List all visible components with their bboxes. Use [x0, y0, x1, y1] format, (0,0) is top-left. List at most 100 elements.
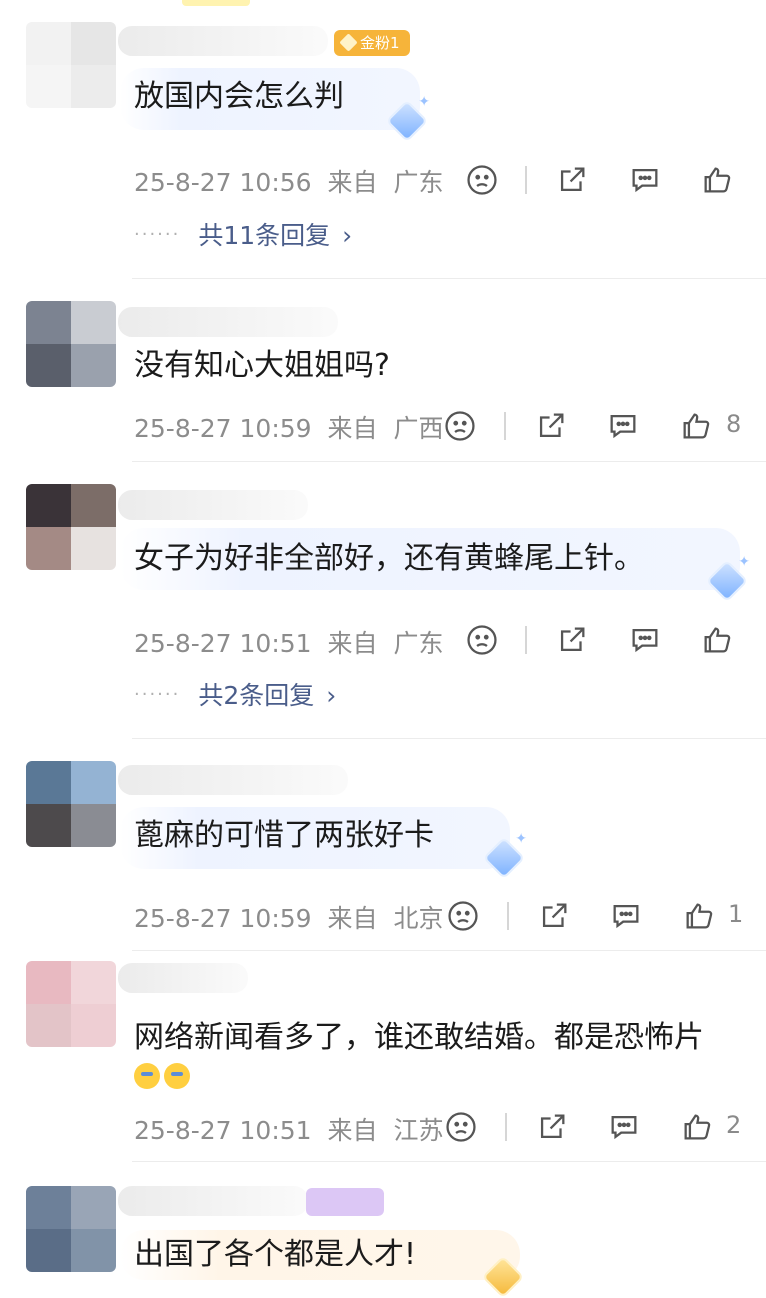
crying-emoji-icon [164, 1063, 190, 1089]
comment-actions [0, 620, 766, 660]
comment-actions: 2 [0, 1107, 766, 1147]
comment-actions: 1 [0, 896, 766, 936]
comment-icon[interactable] [603, 406, 643, 446]
comment-icon[interactable] [604, 1107, 644, 1147]
username-blurred[interactable] [118, 1186, 308, 1216]
avatar-block [71, 484, 116, 527]
replies-label: 共11条回复 [198, 221, 331, 250]
username-blurred[interactable] [118, 963, 248, 993]
comment-item: 网络新闻看多了，谁还敢结婚。都是恐怖片 25-8-27 10:51 来自 江苏 … [0, 951, 766, 1161]
like-count: 1 [728, 900, 744, 928]
thumbs-up-icon[interactable] [676, 406, 716, 446]
frown-face-icon[interactable] [462, 620, 502, 660]
replies-label: 共2条回复 [198, 681, 315, 710]
crying-emoji-icon [134, 1063, 160, 1089]
avatar-block [26, 527, 71, 570]
comment-icon[interactable] [606, 896, 646, 936]
fan-badge: 金粉1 [334, 30, 410, 56]
badge-gem-icon [339, 33, 358, 52]
view-replies-link[interactable]: ······ 共2条回复 › [134, 676, 336, 712]
comment-text: 没有知心大姐姐吗? [134, 348, 390, 383]
comment-text: 放国内会怎么判 [134, 79, 344, 114]
comment-item: 蓖麻的可惜了两张好卡 ✦ 25-8-27 10:59 来自 北京 1 [0, 739, 766, 950]
avatar-block [71, 65, 116, 108]
avatar[interactable] [26, 961, 116, 1047]
thumbs-up-icon[interactable] [679, 896, 719, 936]
frown-face-icon[interactable] [462, 160, 502, 200]
comment-text: 女子为好非全部好，还有黄蜂尾上针。 [134, 541, 644, 576]
avatar-block [71, 1004, 116, 1047]
comment-icon[interactable] [625, 160, 665, 200]
comment-text: 网络新闻看多了，谁还敢结婚。都是恐怖片 [134, 1020, 704, 1055]
chevron-right-icon: › [326, 681, 337, 710]
avatar[interactable] [26, 301, 116, 387]
comment-item: 没有知心大姐姐吗? 25-8-27 10:59 来自 广西 8 [0, 279, 766, 461]
share-icon[interactable] [534, 896, 574, 936]
emoji-row [134, 1063, 194, 1089]
share-icon[interactable] [531, 406, 571, 446]
thumbs-up-icon[interactable] [677, 1107, 717, 1147]
avatar-block [71, 344, 116, 387]
action-separator [505, 1113, 507, 1141]
avatar-block [26, 1186, 71, 1229]
avatar-block [26, 961, 71, 1004]
thumbs-up-icon[interactable] [697, 620, 737, 660]
avatar-block [71, 804, 116, 847]
username-blurred[interactable] [118, 307, 338, 337]
share-icon[interactable] [552, 160, 592, 200]
diamond-sticker-icon [481, 1255, 525, 1298]
comment-item: 女子为好非全部好，还有黄蜂尾上针。 ✦ 25-8-27 10:51 来自 广东 [0, 462, 766, 738]
username-badge-blurred [306, 1188, 384, 1216]
avatar-block [71, 301, 116, 344]
comment-text: 蓖麻的可惜了两张好卡 [134, 818, 434, 853]
avatar-block [71, 527, 116, 570]
diamond-sticker-icon: ✦ [482, 831, 527, 880]
avatar-block [71, 961, 116, 1004]
avatar-block [26, 301, 71, 344]
username-blurred[interactable] [118, 765, 348, 795]
avatar-block [71, 22, 116, 65]
avatar-block [26, 344, 71, 387]
avatar-block [26, 761, 71, 804]
dots-icon: ······ [134, 224, 181, 245]
comment-item: 金粉1 放国内会怎么判 ✦ 25-8-27 10:56 来自 广东 ······… [0, 0, 766, 278]
username-blurred[interactable] [118, 26, 328, 56]
action-separator [525, 626, 527, 654]
avatar-block [71, 1229, 116, 1272]
diamond-sticker-icon: ✦ [705, 554, 750, 603]
avatar-block [26, 65, 71, 108]
action-separator [507, 902, 509, 930]
username-blurred[interactable] [118, 490, 308, 520]
avatar[interactable] [26, 484, 116, 570]
comment-item: 出国了各个都是人才! [0, 1162, 766, 1298]
avatar[interactable] [26, 761, 116, 847]
avatar-block [26, 804, 71, 847]
thumbs-up-icon[interactable] [697, 160, 737, 200]
action-separator [504, 412, 506, 440]
frown-face-icon[interactable] [440, 406, 480, 446]
chevron-right-icon: › [342, 221, 353, 250]
view-replies-link[interactable]: ······ 共11条回复 › [134, 216, 352, 252]
comment-text: 出国了各个都是人才! [134, 1237, 417, 1272]
avatar-block [26, 1229, 71, 1272]
action-separator [525, 166, 527, 194]
comment-feed: 金粉1 放国内会怎么判 ✦ 25-8-27 10:56 来自 广东 ······… [0, 0, 766, 1298]
avatar[interactable] [26, 22, 116, 108]
avatar-block [71, 1186, 116, 1229]
share-icon[interactable] [552, 620, 592, 660]
like-count: 2 [726, 1111, 742, 1139]
comment-actions [0, 160, 766, 200]
like-count: 8 [726, 410, 742, 438]
frown-face-icon[interactable] [443, 896, 483, 936]
avatar[interactable] [26, 1186, 116, 1272]
dots-icon: ······ [134, 684, 181, 705]
share-icon[interactable] [532, 1107, 572, 1147]
frown-face-icon[interactable] [441, 1107, 481, 1147]
diamond-sticker-icon: ✦ [385, 94, 430, 143]
avatar-block [26, 484, 71, 527]
comment-icon[interactable] [625, 620, 665, 660]
avatar-block [26, 22, 71, 65]
avatar-block [71, 761, 116, 804]
avatar-block [26, 1004, 71, 1047]
comment-actions: 8 [0, 406, 766, 446]
